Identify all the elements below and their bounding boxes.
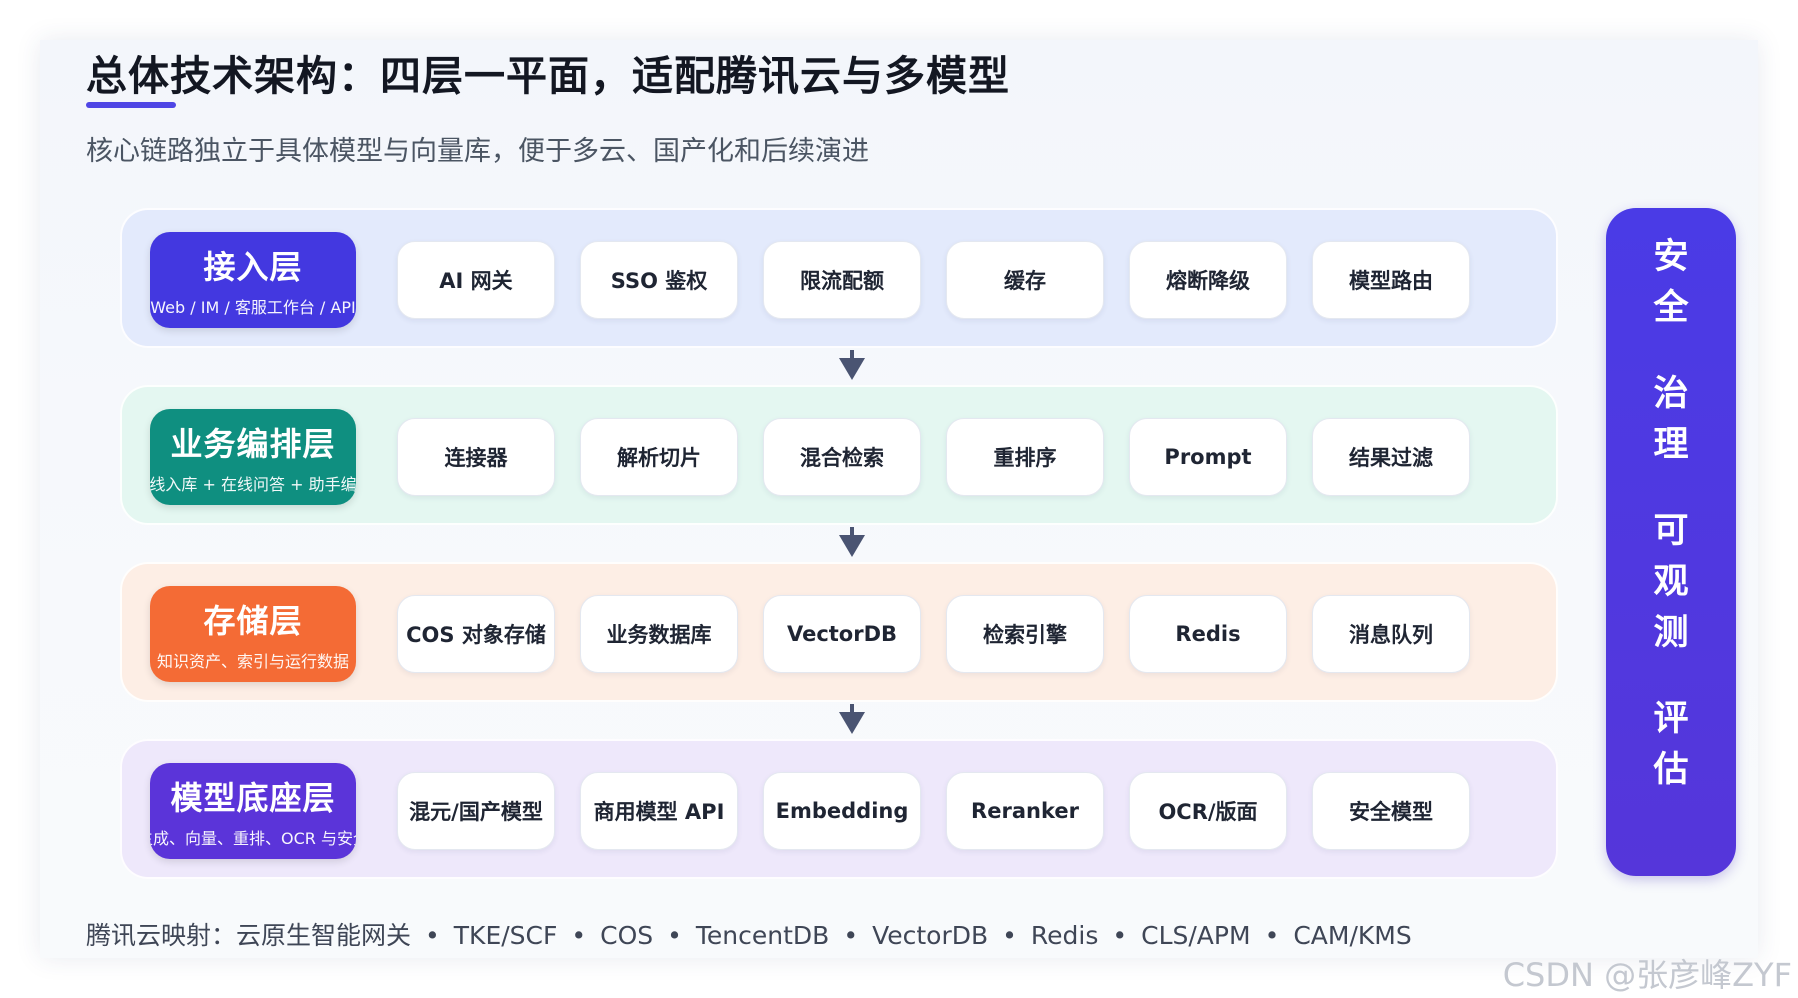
footer-separator: • — [1002, 921, 1017, 950]
footer-separator: • — [843, 921, 859, 950]
layer-title: 存储层 — [203, 602, 303, 640]
layer-subtitle: 离线入库 + 在线问答 + 助手编排 — [150, 475, 356, 494]
title-underline — [86, 102, 176, 108]
footer-item: COS — [600, 921, 654, 950]
component-chip: 模型路由 — [1312, 241, 1470, 319]
component-chip: Embedding — [763, 772, 921, 850]
layer-title: 接入层 — [203, 248, 303, 286]
tencent-cloud-mapping: 腾讯云映射：云原生智能网关 • TKE/SCF • COS • TencentDB • Vect… — [86, 916, 1412, 952]
page-title: 总体技术架构：四层一平面，适配腾讯云与多模型 — [86, 52, 1010, 100]
footer-label: 腾讯云映射： — [86, 921, 237, 950]
layer-badge-model-base: 模型底座层 生成、向量、重排、OCR 与安全 — [150, 763, 356, 859]
component-chip: 熔断降级 — [1129, 241, 1287, 319]
architecture-slide: 总体技术架构：四层一平面，适配腾讯云与多模型 核心链路独立于具体模型与向量库，便… — [40, 40, 1758, 958]
component-chip: SSO 鉴权 — [580, 241, 738, 319]
footer-item: CLS/APM — [1141, 921, 1251, 950]
side-char: 安 — [1653, 237, 1689, 277]
footer-separator: • — [571, 921, 587, 950]
side-char: 观 — [1653, 562, 1689, 602]
component-chip: Reranker — [946, 772, 1104, 850]
side-char: 可 — [1653, 511, 1689, 551]
layer-title: 模型底座层 — [170, 779, 336, 817]
component-chip: COS 对象存储 — [397, 595, 555, 673]
footer-item: 云原生智能网关 — [236, 921, 412, 950]
footer-item: VectorDB — [872, 921, 989, 950]
component-chip: AI 网关 — [397, 241, 555, 319]
layer-subtitle: 知识资产、索引与运行数据 — [156, 652, 349, 671]
component-chip: 消息队列 — [1312, 595, 1470, 673]
component-chip: OCR/版面 — [1129, 772, 1287, 850]
layer-badge-storage: 存储层 知识资产、索引与运行数据 — [150, 586, 356, 682]
arrow-down-icon — [839, 350, 865, 380]
component-chip: 混元/国产模型 — [397, 772, 555, 850]
layer-storage: 存储层 知识资产、索引与运行数据 COS 对象存储 业务数据库 VectorDB… — [120, 562, 1558, 702]
footer-item: Redis — [1030, 921, 1099, 950]
arrow-down-icon — [839, 527, 865, 557]
footer-item: CAM/KMS — [1293, 921, 1412, 950]
component-chip: 连接器 — [397, 418, 555, 496]
side-group-observability: 可 观 测 — [1606, 506, 1736, 659]
side-char: 测 — [1653, 613, 1689, 653]
side-char: 估 — [1653, 750, 1689, 790]
footer-item: TencentDB — [695, 921, 830, 950]
component-chip: 混合检索 — [763, 418, 921, 496]
side-char: 理 — [1653, 425, 1689, 465]
component-chip: 商用模型 API — [580, 772, 738, 850]
layer-subtitle: Web / IM / 客服工作台 / API — [150, 298, 356, 317]
side-char: 评 — [1653, 699, 1689, 739]
arrow-down-icon — [839, 704, 865, 734]
component-chip: 安全模型 — [1312, 772, 1470, 850]
footer-separator: • — [1264, 921, 1280, 950]
component-chip: 解析切片 — [580, 418, 738, 496]
side-group-governance: 治 理 — [1606, 369, 1736, 471]
footer-item: TKE/SCF — [453, 921, 558, 950]
layer-model-base: 模型底座层 生成、向量、重排、OCR 与安全 混元/国产模型 商用模型 API … — [120, 739, 1558, 879]
footer-separator: • — [667, 921, 682, 950]
component-chip: 缓存 — [946, 241, 1104, 319]
layer-subtitle: 生成、向量、重排、OCR 与安全 — [150, 829, 356, 848]
component-chip: 限流配额 — [763, 241, 921, 319]
component-chip: VectorDB — [763, 595, 921, 673]
footer-separator: • — [425, 921, 440, 950]
side-group-security: 安 全 — [1606, 232, 1736, 334]
side-group-evaluation: 评 估 — [1606, 694, 1736, 796]
layer-access: 接入层 Web / IM / 客服工作台 / API AI 网关 SSO 鉴权 … — [120, 208, 1558, 348]
footer-separator: • — [1112, 921, 1128, 950]
side-char: 全 — [1653, 288, 1689, 328]
component-chip: Redis — [1129, 595, 1287, 673]
side-char: 治 — [1653, 374, 1689, 414]
component-chip: 结果过滤 — [1312, 418, 1470, 496]
layer-orchestration: 业务编排层 离线入库 + 在线问答 + 助手编排 连接器 解析切片 混合检索 重… — [120, 385, 1558, 525]
csdn-watermark: CSDN @张彦峰ZYF — [1502, 956, 1792, 994]
layer-badge-orchestration: 业务编排层 离线入库 + 在线问答 + 助手编排 — [150, 409, 356, 505]
component-chip: 业务数据库 — [580, 595, 738, 673]
layer-badge-access: 接入层 Web / IM / 客服工作台 / API — [150, 232, 356, 328]
page-subtitle: 核心链路独立于具体模型与向量库，便于多云、国产化和后续演进 — [86, 136, 869, 167]
component-chip: Prompt — [1129, 418, 1287, 496]
governance-side-panel: 安 全 治 理 可 观 测 评 估 — [1606, 208, 1736, 876]
layer-title: 业务编排层 — [170, 425, 336, 463]
component-chip: 重排序 — [946, 418, 1104, 496]
component-chip: 检索引擎 — [946, 595, 1104, 673]
